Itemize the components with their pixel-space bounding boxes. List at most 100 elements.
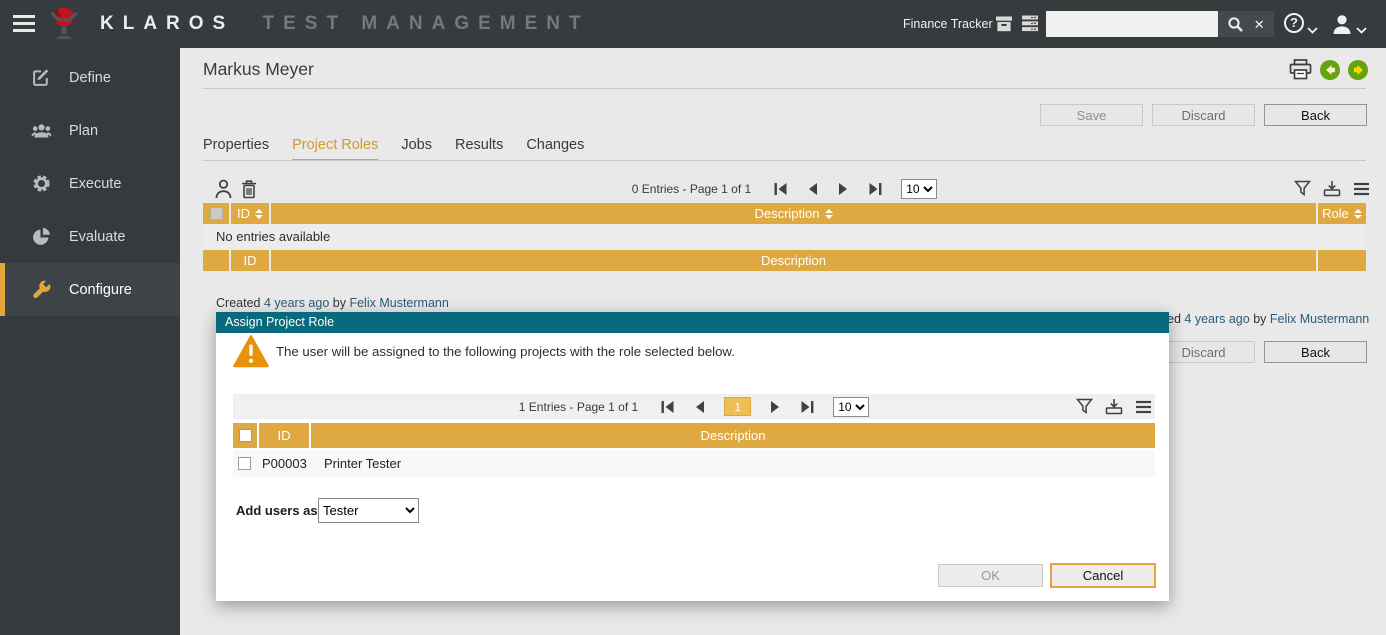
- page-size-select[interactable]: 10: [901, 179, 938, 199]
- search-input[interactable]: [1046, 11, 1218, 37]
- dialog-title: Assign Project Role: [216, 312, 1169, 333]
- configure-icon: [30, 280, 52, 300]
- clear-search-icon[interactable]: ✕: [1254, 18, 1265, 31]
- column-header-role[interactable]: Role: [1318, 203, 1366, 224]
- last-page-icon[interactable]: [868, 182, 883, 196]
- tabs-divider: [203, 160, 1366, 161]
- dialog-last-page-icon[interactable]: [800, 400, 815, 414]
- dialog-select-all-cell: [233, 423, 257, 448]
- evaluate-icon: [30, 227, 52, 246]
- tab-project-roles[interactable]: Project Roles: [292, 137, 379, 161]
- title-divider: [203, 88, 1366, 89]
- select-all-cell: [203, 203, 229, 224]
- dialog-select-all-checkbox[interactable]: [238, 429, 252, 442]
- execute-icon: [30, 174, 52, 193]
- created-author-link[interactable]: Felix Mustermann: [349, 296, 448, 310]
- add-users-as-label: Add users as: [236, 503, 318, 518]
- sidebar-item-label: Configure: [69, 281, 132, 298]
- back-icon[interactable]: [1320, 59, 1340, 80]
- dialog-column-header-id[interactable]: ID: [259, 423, 309, 448]
- user-icon[interactable]: [1331, 13, 1353, 40]
- dialog-next-page-icon[interactable]: [769, 400, 782, 414]
- back-button-bottom[interactable]: Back: [1264, 341, 1367, 363]
- brand: KLAROS TEST MANAGEMENT: [100, 13, 590, 35]
- sidebar-item-label: Plan: [69, 122, 99, 139]
- empty-table-message: No entries available: [203, 224, 1366, 249]
- sidebar-item-label: Evaluate: [69, 228, 126, 245]
- dialog-table-header: ID Description: [233, 423, 1155, 448]
- klaros-logo: [45, 4, 83, 49]
- filter-icon[interactable]: [1076, 398, 1093, 415]
- sidebar-item-plan[interactable]: Plan: [0, 104, 180, 157]
- assign-project-role-dialog: Assign Project Role The user will be ass…: [216, 312, 1169, 601]
- tab-properties[interactable]: Properties: [203, 137, 269, 161]
- updated-time-link[interactable]: 4 years ago: [1184, 312, 1249, 326]
- ok-button[interactable]: OK: [938, 564, 1043, 587]
- first-page-icon[interactable]: [773, 182, 788, 196]
- column-header-description[interactable]: Description: [271, 203, 1316, 224]
- current-page-button[interactable]: 1: [724, 397, 752, 416]
- prev-page-icon[interactable]: [806, 182, 819, 196]
- filter-icon[interactable]: [1294, 180, 1311, 197]
- hamburger-icon[interactable]: [13, 15, 35, 32]
- forward-icon[interactable]: [1348, 59, 1368, 80]
- export-icon[interactable]: [1323, 180, 1341, 197]
- define-icon: [30, 68, 52, 87]
- roles-table-header: ID Description Role: [203, 203, 1366, 224]
- tab-jobs[interactable]: Jobs: [401, 137, 432, 161]
- tab-changes[interactable]: Changes: [526, 137, 584, 161]
- sidebar-item-label: Define: [69, 69, 111, 86]
- archive-icon[interactable]: [995, 16, 1013, 37]
- chevron-down-icon[interactable]: [1356, 21, 1367, 39]
- footer-id: ID: [231, 250, 269, 271]
- sort-icon: [1353, 208, 1362, 219]
- select-all-checkbox[interactable]: [209, 207, 223, 220]
- created-time-link[interactable]: 4 years ago: [264, 296, 329, 310]
- updated-author-link[interactable]: Felix Mustermann: [1270, 312, 1369, 326]
- sort-icon: [255, 208, 263, 219]
- updated-meta-fragment: ed 4 years ago by Felix Mustermann: [1167, 312, 1370, 326]
- table-menu-icon[interactable]: [1135, 400, 1152, 414]
- print-icon[interactable]: [1289, 59, 1312, 80]
- sidebar-item-evaluate[interactable]: Evaluate: [0, 210, 180, 263]
- search-icon[interactable]: [1227, 16, 1244, 33]
- table-menu-icon[interactable]: [1353, 182, 1370, 196]
- tab-results[interactable]: Results: [455, 137, 503, 161]
- sidebar: Define Plan Execute Evaluate Configure: [0, 48, 180, 635]
- sidebar-item-define[interactable]: Define: [0, 51, 180, 104]
- project-row-checkbox[interactable]: [238, 457, 251, 470]
- sidebar-item-execute[interactable]: Execute: [0, 157, 180, 210]
- warning-icon: [233, 335, 269, 373]
- roles-table-footer: ID Description: [203, 250, 1366, 271]
- dialog-column-header-description[interactable]: Description: [311, 423, 1155, 448]
- plan-icon: [30, 123, 52, 139]
- sidebar-item-configure[interactable]: Configure: [0, 263, 180, 316]
- dialog-first-page-icon[interactable]: [660, 400, 675, 414]
- back-button[interactable]: Back: [1264, 104, 1367, 126]
- chevron-down-icon[interactable]: [1307, 21, 1318, 39]
- column-header-id[interactable]: ID: [231, 203, 269, 224]
- dialog-message: The user will be assigned to the followi…: [276, 344, 735, 359]
- active-project-label: Finance Tracker: [903, 17, 993, 31]
- created-meta: Created 4 years ago by Felix Mustermann: [216, 296, 449, 310]
- export-icon[interactable]: [1105, 398, 1123, 415]
- help-icon[interactable]: ?: [1284, 13, 1304, 33]
- project-row[interactable]: P00003 Printer Tester: [233, 450, 1155, 477]
- brand-primary: KLAROS: [100, 13, 235, 34]
- footer-description: Description: [271, 250, 1316, 271]
- discard-button[interactable]: Discard: [1152, 104, 1255, 126]
- page-title: Markus Meyer: [203, 59, 314, 79]
- tab-bar: Properties Project Roles Jobs Results Ch…: [203, 137, 607, 161]
- cancel-button[interactable]: Cancel: [1050, 563, 1156, 588]
- save-button[interactable]: Save: [1040, 104, 1143, 126]
- dialog-prev-page-icon[interactable]: [693, 400, 706, 414]
- server-icon[interactable]: [1021, 15, 1039, 37]
- dialog-entries-count: 1 Entries - Page 1 of 1: [518, 399, 639, 414]
- next-page-icon[interactable]: [837, 182, 850, 196]
- project-description: Printer Tester: [324, 456, 402, 471]
- sidebar-item-label: Execute: [69, 175, 122, 192]
- brand-secondary: TEST MANAGEMENT: [262, 13, 590, 34]
- role-select[interactable]: Tester: [318, 498, 419, 523]
- dialog-page-size-select[interactable]: 10: [833, 396, 870, 417]
- dialog-table-toolbar: 1 Entries - Page 1 of 1 1 10: [233, 394, 1155, 419]
